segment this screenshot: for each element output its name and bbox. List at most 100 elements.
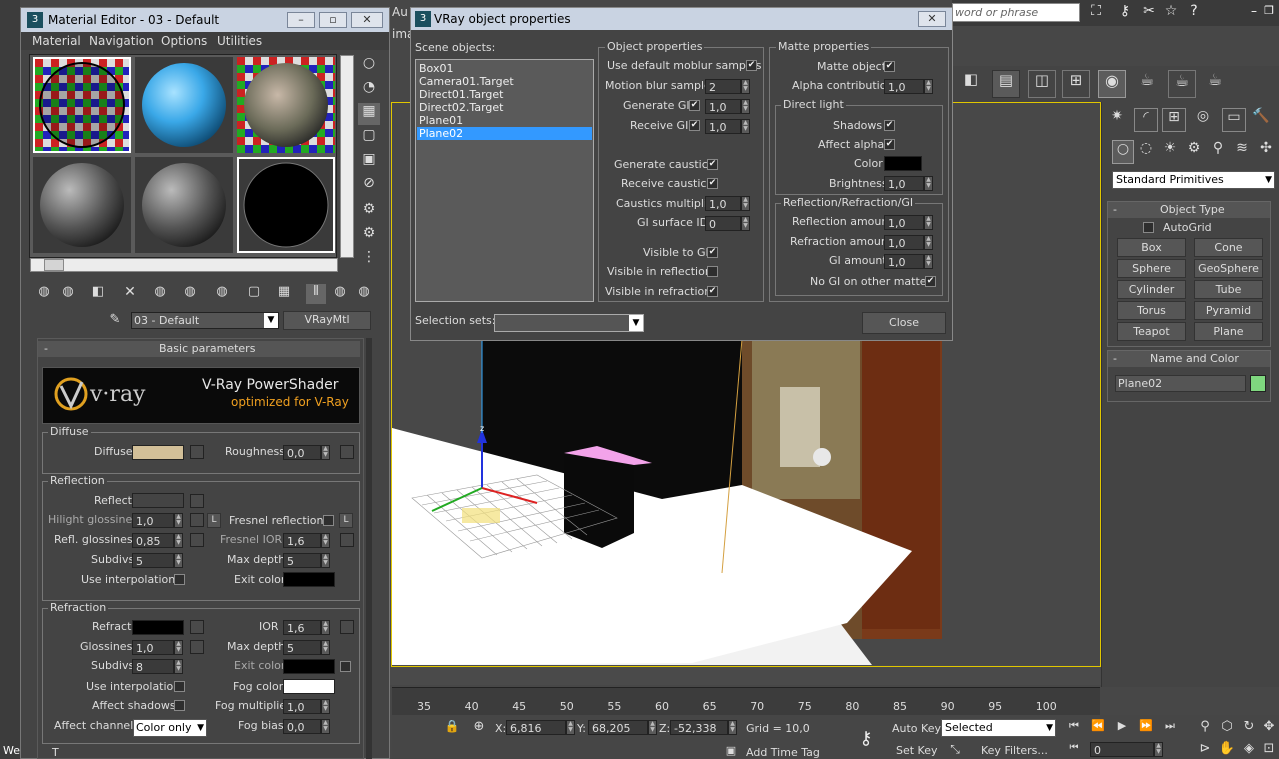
render-frame-icon[interactable]: ☕	[1168, 70, 1196, 98]
key-filters-button[interactable]: Key Filters...	[981, 744, 1048, 757]
gi-surface-id-spinner[interactable]: ▲ ▼	[741, 216, 750, 231]
receive-caustics-checkbox[interactable]: ✔	[707, 178, 718, 189]
generate-caustics-checkbox[interactable]: ✔	[707, 159, 718, 170]
maximize-viewport-icon[interactable]: ⊡	[1260, 741, 1278, 759]
eyedropper-icon[interactable]: ✎	[105, 312, 125, 330]
refl-gloss-field[interactable]: 0,85	[132, 533, 174, 548]
close-button[interactable]: Close	[862, 312, 946, 334]
goto-end-icon[interactable]: ⏭	[1160, 719, 1180, 737]
material-id-icon[interactable]: ▢	[244, 284, 264, 304]
reflect-map-button[interactable]	[190, 494, 204, 508]
brightness-field[interactable]: 1,0	[884, 176, 924, 191]
me-minimize-button[interactable]: –	[287, 12, 315, 28]
hand-pan-icon[interactable]: ✋	[1218, 741, 1236, 759]
geometry-icon[interactable]: ○	[1112, 140, 1134, 164]
fog-bias-field[interactable]: 0,0	[283, 719, 321, 734]
coord-y-spinner[interactable]: ▲ ▼	[648, 720, 657, 735]
generate-gi-spinner[interactable]: ▲ ▼	[741, 99, 750, 114]
motion-tab-icon[interactable]: ◎	[1192, 108, 1214, 130]
selection-sets-dropdown[interactable]: ▼	[494, 314, 644, 332]
refr-exit-checkbox[interactable]	[340, 661, 351, 672]
refl-interp-checkbox[interactable]	[174, 574, 185, 585]
gi-surface-id-field[interactable]: 0	[705, 216, 741, 231]
coord-z-field[interactable]: -52,338	[670, 720, 728, 735]
shadows-checkbox[interactable]: ✔	[884, 120, 895, 131]
brightness-spinner[interactable]: ▲ ▼	[924, 176, 933, 191]
fog-mult-field[interactable]: 1,0	[283, 699, 321, 714]
sample-slot-2[interactable]	[135, 57, 233, 153]
list-item[interactable]: Direct02.Target	[417, 101, 592, 114]
sample-slot-5[interactable]	[135, 157, 233, 253]
reflect-color-swatch[interactable]	[132, 493, 184, 508]
receive-gi-checkbox[interactable]: ✔	[689, 120, 700, 131]
copy-material-icon[interactable]: ◍	[150, 284, 170, 304]
no-gi-other-mattes-checkbox[interactable]: ✔	[925, 276, 936, 287]
refr-subdivs-field[interactable]: 8	[132, 659, 174, 674]
show-end-result-icon[interactable]: ⫴	[306, 284, 326, 304]
refl-subdivs-spinner[interactable]: ▲ ▼	[174, 553, 183, 568]
me-maximize-button[interactable]: ▫	[319, 12, 347, 28]
video-check-icon[interactable]: ▣	[358, 151, 380, 173]
primitive-teapot-button[interactable]: Teapot	[1117, 322, 1186, 341]
refr-gloss-spinner[interactable]: ▲ ▼	[174, 640, 183, 655]
spacewarps-icon[interactable]: ≋	[1232, 140, 1252, 162]
me-menu-options[interactable]: Options	[161, 34, 207, 48]
reset-map-icon[interactable]: ✕	[120, 284, 140, 304]
primitive-sphere-button[interactable]: Sphere	[1117, 259, 1186, 278]
primitive-cone-button[interactable]: Cone	[1194, 238, 1263, 257]
hilight-gloss-field[interactable]: 1,0	[132, 513, 174, 528]
rollout-collapse-icon[interactable]: -	[44, 342, 48, 355]
fresnel-checkbox[interactable]	[323, 515, 334, 526]
refl-gloss-map-button[interactable]	[190, 533, 204, 547]
me-close-button[interactable]: ✕	[351, 12, 383, 28]
affect-channels-dropdown[interactable]: Color only ▼	[133, 719, 207, 737]
refr-gloss-field[interactable]: 1,0	[132, 640, 174, 655]
primitive-torus-button[interactable]: Torus	[1117, 301, 1186, 320]
current-frame-field[interactable]: 0	[1090, 742, 1154, 757]
diffuse-color-swatch[interactable]	[132, 445, 184, 460]
hilight-lock-button[interactable]: L	[207, 513, 221, 528]
utilities-tab-icon[interactable]: 🔨	[1250, 108, 1272, 130]
sample-type-icon[interactable]: ○	[358, 55, 380, 77]
ior-spinner[interactable]: ▲ ▼	[321, 620, 330, 635]
helpers-icon[interactable]: ⚲	[1208, 140, 1228, 162]
list-item[interactable]: Camera01.Target	[417, 75, 592, 88]
lights-icon[interactable]: ☀	[1160, 140, 1180, 162]
generate-gi-checkbox[interactable]: ✔	[689, 100, 700, 111]
alpha-contribution-spinner[interactable]: ▲ ▼	[924, 79, 933, 94]
primitives-dropdown[interactable]: Standard Primitives ▼	[1112, 171, 1275, 189]
me-menu-utilities[interactable]: Utilities	[217, 34, 262, 48]
generate-gi-field[interactable]: 1,0	[705, 99, 741, 114]
restore-icon[interactable]: ❐	[1262, 4, 1276, 18]
absolute-mode-icon[interactable]: ⊕	[470, 719, 488, 737]
go-to-parent-icon[interactable]: ◍	[330, 284, 350, 304]
visible-to-gi-checkbox[interactable]: ✔	[707, 247, 718, 258]
schematic-icon[interactable]: ⊞	[1062, 70, 1090, 98]
diffuse-map-button[interactable]	[190, 445, 204, 459]
star-icon[interactable]: ☆	[1162, 3, 1180, 21]
roughness-field[interactable]: 0,0	[283, 445, 321, 460]
refl-max-depth-spinner[interactable]: ▲ ▼	[321, 553, 330, 568]
fresnel-ior-spinner[interactable]: ▲ ▼	[321, 533, 330, 548]
primitive-geosphere-button[interactable]: GeoSphere	[1194, 259, 1263, 278]
hscroll-thumb[interactable]	[44, 259, 64, 271]
list-item[interactable]: Box01	[417, 62, 592, 75]
motion-blur-samples-spinner[interactable]: ▲ ▼	[741, 79, 750, 94]
primitive-box-button[interactable]: Box	[1117, 238, 1186, 257]
next-frame-icon[interactable]: ⏩	[1136, 719, 1156, 737]
ior-field[interactable]: 1,6	[283, 620, 321, 635]
key-mode-toggle-icon[interactable]: ⏮	[1066, 742, 1082, 758]
orbit-icon[interactable]: ↻	[1240, 719, 1258, 737]
refract-map-button[interactable]	[190, 620, 204, 634]
uv-tiling-icon[interactable]: ▢	[358, 127, 380, 149]
primitive-plane-button[interactable]: Plane	[1194, 322, 1263, 341]
prev-frame-icon[interactable]: ⏪	[1088, 719, 1108, 737]
gi-amount-spinner[interactable]: ▲ ▼	[924, 254, 933, 269]
use-default-moblur-checkbox[interactable]: ✔	[746, 60, 757, 71]
binoculars-icon[interactable]: ⛶	[1086, 3, 1106, 21]
search-input[interactable]: word or phrase	[952, 3, 1080, 22]
key-mode-icon[interactable]: ⤡	[946, 742, 964, 758]
render-icon[interactable]: ☕	[1202, 70, 1228, 96]
roughness-spinner[interactable]: ▲ ▼	[321, 445, 330, 460]
sample-slot-1[interactable]	[33, 57, 131, 153]
